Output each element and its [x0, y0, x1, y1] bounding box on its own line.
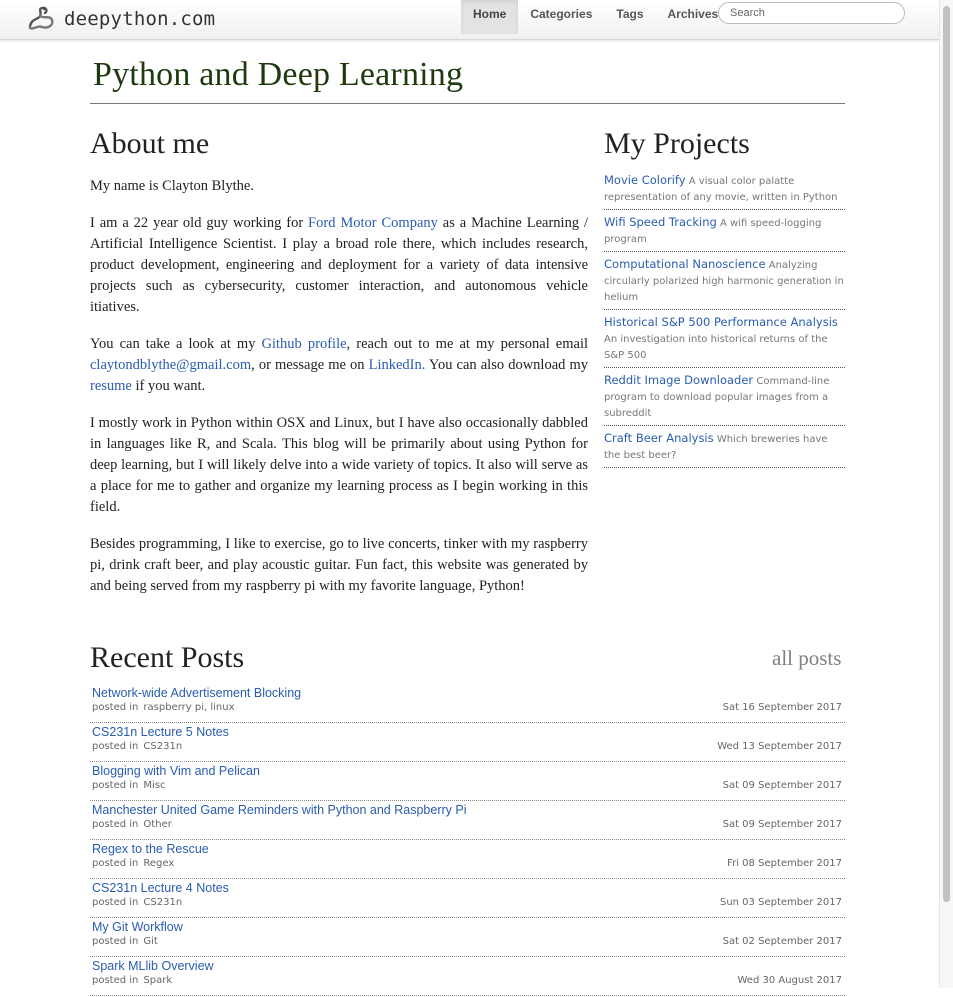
- post-row: Spark MLlib Overview posted in Spark Wed …: [90, 958, 845, 996]
- post-date: Sun 03 September 2017: [719, 897, 842, 908]
- project-item: Reddit Image Downloader Command-line pro…: [604, 372, 845, 426]
- post-row: Regex to the Rescue posted in Regex Fri 0…: [90, 841, 845, 879]
- about-paragraph-work: I am a 22 year old guy working for Ford …: [90, 213, 588, 318]
- project-link[interactable]: Craft Beer Analysis: [604, 431, 714, 445]
- post-category-link[interactable]: Misc: [143, 780, 165, 791]
- post-title-link[interactable]: Spark MLlib Overview: [92, 959, 214, 973]
- post-meta: posted in Spark: [92, 975, 172, 986]
- nav-tags[interactable]: Tags: [604, 0, 655, 34]
- projects-heading: My Projects: [604, 127, 750, 160]
- post-category-link[interactable]: Git: [143, 936, 157, 947]
- posted-in-label: posted in: [92, 702, 139, 713]
- project-link[interactable]: Historical S&P 500 Performance Analysis: [604, 315, 838, 329]
- about-paragraph-contact: You can take a look at my Github profile…: [90, 334, 588, 397]
- posted-in-label: posted in: [92, 741, 139, 752]
- python-snake-icon: [28, 6, 54, 30]
- project-link[interactable]: Computational Nanoscience: [604, 257, 766, 271]
- post-category-link[interactable]: Spark: [143, 975, 172, 986]
- about-text: , or message me on: [251, 357, 369, 373]
- posted-in-label: posted in: [92, 897, 139, 908]
- post-meta: posted in Git: [92, 936, 158, 947]
- project-item: Historical S&P 500 Performance Analysis …: [604, 314, 845, 368]
- post-row: Manchester United Game Reminders with Py…: [90, 802, 845, 840]
- posted-in-label: posted in: [92, 858, 139, 869]
- scrollbar-thumb[interactable]: [943, 6, 950, 902]
- post-row: Blogging with Vim and Pelican posted in M…: [90, 763, 845, 801]
- post-date: Wed 30 August 2017: [737, 975, 842, 986]
- post-meta: posted in CS231n: [92, 897, 182, 908]
- posted-in-label: posted in: [92, 819, 139, 830]
- about-body: My name is Clayton Blythe. I am a 22 yea…: [90, 176, 588, 613]
- site-title: Python and Deep Learning: [93, 56, 464, 93]
- project-link[interactable]: Wifi Speed Tracking: [604, 215, 717, 229]
- nav-categories[interactable]: Categories: [518, 0, 604, 34]
- post-meta: posted in Misc: [92, 780, 166, 791]
- post-category-link[interactable]: CS231n: [143, 897, 182, 908]
- projects-list: Movie Colorify A visual color palatte re…: [604, 172, 845, 472]
- post-meta: posted in CS231n: [92, 741, 182, 752]
- about-text: You can take a look at my: [90, 336, 262, 352]
- about-text: , reach out to me at my personal email: [346, 336, 589, 352]
- about-paragraph-name: My name is Clayton Blythe.: [90, 178, 254, 194]
- ford-link[interactable]: Ford Motor Company: [308, 215, 438, 231]
- post-row: My Git Workflow posted in Git Sat 02 Sept…: [90, 919, 845, 957]
- post-meta: posted in Regex: [92, 858, 174, 869]
- posted-in-label: posted in: [92, 975, 139, 986]
- project-description: An investigation into historical returns…: [604, 334, 828, 361]
- resume-link[interactable]: resume: [90, 378, 132, 394]
- project-link[interactable]: Movie Colorify: [604, 173, 686, 187]
- posted-in-label: posted in: [92, 780, 139, 791]
- post-row: CS231n Lecture 5 Notes posted in CS231n W…: [90, 724, 845, 762]
- project-item: Computational Nanoscience Analyzing circ…: [604, 256, 845, 310]
- nav-home[interactable]: Home: [461, 0, 519, 34]
- about-paragraph-languages: I mostly work in Python within OSX and L…: [90, 415, 588, 515]
- post-title-link[interactable]: CS231n Lecture 4 Notes: [92, 881, 229, 895]
- about-text: You can also download my: [425, 357, 588, 373]
- email-link[interactable]: claytondblythe@gmail.com: [90, 357, 251, 373]
- brand[interactable]: deepython.com: [26, 4, 215, 34]
- project-item: Wifi Speed Tracking A wifi speed-logging…: [604, 214, 845, 252]
- post-title-link[interactable]: Manchester United Game Reminders with Py…: [92, 803, 466, 817]
- post-title-link[interactable]: CS231n Lecture 5 Notes: [92, 725, 229, 739]
- post-category-link[interactable]: raspberry pi, linux: [143, 702, 234, 713]
- recent-posts-heading: Recent Posts: [90, 641, 245, 674]
- post-date: Fri 08 September 2017: [727, 858, 842, 869]
- post-date: Sat 09 September 2017: [722, 819, 842, 830]
- title-divider: [90, 103, 845, 104]
- post-row: CS231n Lecture 4 Notes posted in CS231n S…: [90, 880, 845, 918]
- post-title-link[interactable]: My Git Workflow: [92, 920, 183, 934]
- post-meta: posted in raspberry pi, linux: [92, 702, 234, 713]
- post-date: Sat 16 September 2017: [722, 702, 842, 713]
- about-text: if you want.: [131, 378, 206, 394]
- post-row: Network-wide Advertisement Blocking post…: [90, 685, 845, 723]
- post-date: Sat 09 September 2017: [722, 780, 842, 791]
- top-navbar: deepython.com Home Categories Tags Archi…: [0, 0, 940, 40]
- search-input[interactable]: [718, 2, 905, 24]
- linkedin-link[interactable]: LinkedIn.: [369, 357, 426, 373]
- post-title-link[interactable]: Regex to the Rescue: [92, 842, 209, 856]
- post-category-link[interactable]: Regex: [143, 858, 174, 869]
- post-category-link[interactable]: Other: [143, 819, 171, 830]
- all-posts-link[interactable]: all posts: [772, 646, 841, 671]
- github-link[interactable]: Github profile: [262, 336, 347, 352]
- post-title-link[interactable]: Blogging with Vim and Pelican: [92, 764, 260, 778]
- posted-in-label: posted in: [92, 936, 139, 947]
- post-meta: posted in Other: [92, 819, 172, 830]
- recent-posts-list: Network-wide Advertisement Blocking post…: [90, 685, 845, 997]
- brand-name: deepython.com: [64, 8, 216, 30]
- post-title-link[interactable]: Network-wide Advertisement Blocking: [92, 686, 301, 700]
- about-heading: About me: [90, 127, 210, 160]
- about-text: I am a 22 year old guy working for: [90, 215, 309, 231]
- post-date: Wed 13 September 2017: [717, 741, 842, 752]
- main-nav: Home Categories Tags Archives: [461, 0, 730, 39]
- project-link[interactable]: Reddit Image Downloader: [604, 373, 753, 387]
- project-item: Craft Beer Analysis Which breweries have…: [604, 430, 845, 468]
- project-item: Movie Colorify A visual color palatte re…: [604, 172, 845, 210]
- page-scrollbar[interactable]: [939, 0, 953, 988]
- post-category-link[interactable]: CS231n: [143, 741, 182, 752]
- post-date: Sat 02 September 2017: [722, 936, 842, 947]
- about-paragraph-hobbies: Besides programming, I like to exercise,…: [90, 536, 588, 594]
